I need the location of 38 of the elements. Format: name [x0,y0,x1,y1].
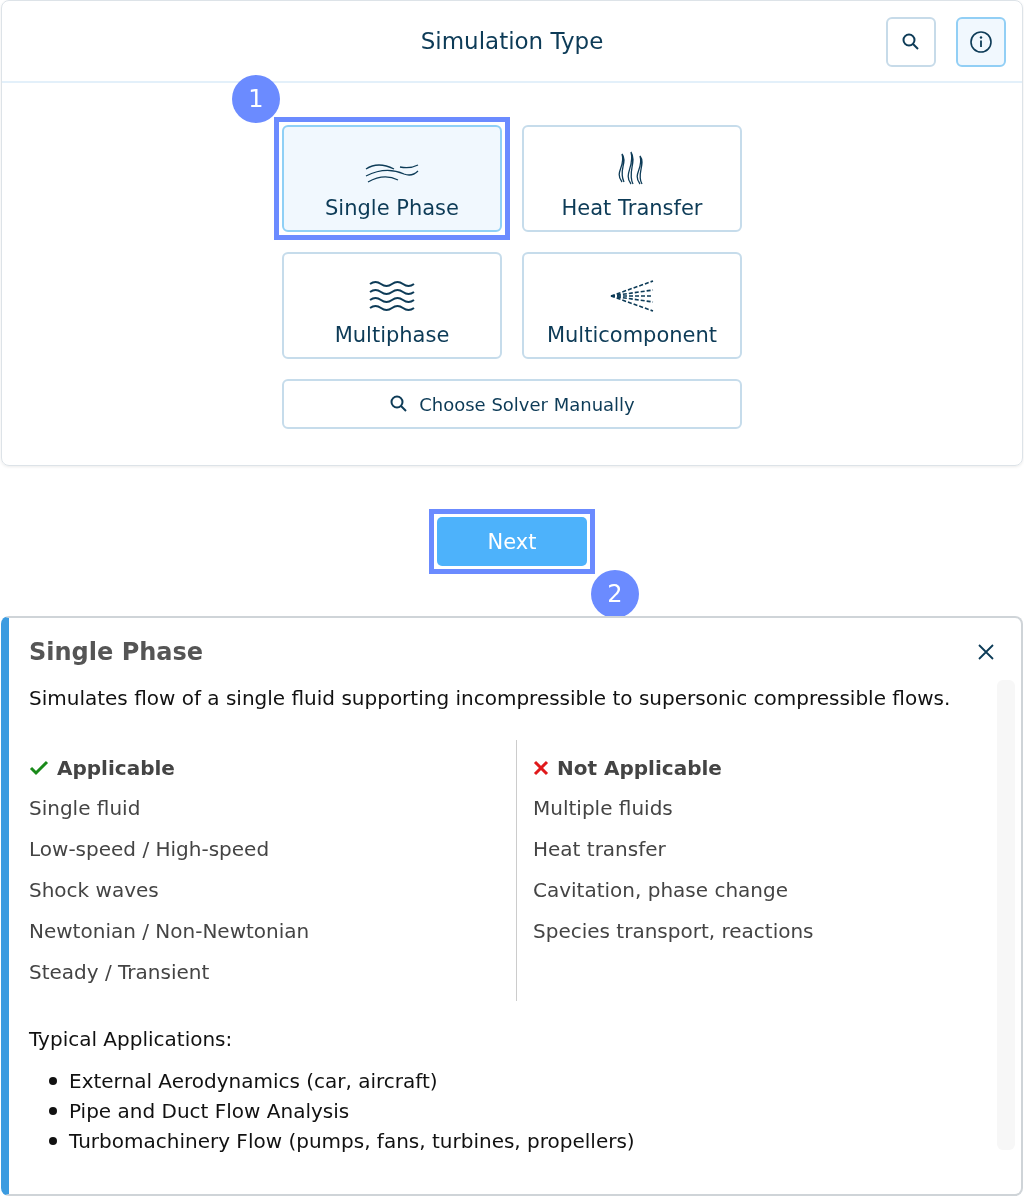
list-item: Multiple fluids [533,796,674,822]
list-item: Species transport, reactions [533,919,815,945]
list-item: Single fluid [29,796,142,822]
cross-icon [533,760,549,776]
search-icon [901,32,921,52]
window-title: Simulation Type [420,28,604,54]
bullet-icon [49,1137,57,1145]
check-icon [29,760,49,776]
step-badge: 2 [591,570,639,618]
bullet-icon [49,1107,57,1115]
info-button[interactable] [956,17,1006,67]
list-item: Low-speed / High-speed [29,837,271,863]
list-item: Pipe and Duct Flow Analysis [69,1099,350,1123]
column-heading: Not Applicable [557,756,722,780]
spray-icon [609,279,655,313]
section-heading: Typical Applications: [29,1027,234,1051]
list-item: Shock waves [29,878,160,904]
list-item: Newtonian / Non-Newtonian [29,919,311,945]
list-item: Heat transfer [533,837,667,863]
list-item: Cavitation, phase change [533,878,790,904]
waves-icon [369,279,415,313]
option-tile[interactable]: Heat Transfer [522,125,742,232]
option-tile[interactable]: Multiphase [282,252,502,359]
panel-title: Single Phase [29,638,204,666]
description-text: Simulates flow of a single fluid supporting incompressible to supersonic compressible flows. [29,686,952,710]
option-tile[interactable]: Multicomponent [522,252,742,359]
step-badge: 1 [232,75,280,123]
list-item: Turbomachinery Flow (pumps, fans, turbines, propellers) [69,1129,635,1153]
close-button[interactable] [977,643,995,661]
close-icon [977,643,995,661]
list-item: Steady / Transient [29,960,211,986]
search-button[interactable] [886,17,936,67]
option-tile[interactable]: Single Phase [282,125,502,232]
list-item: External Aerodynamics (car, aircraft) [69,1069,438,1093]
choose-solver-button[interactable]: Choose Solver Manually [282,379,742,429]
column-heading: Applicable [57,756,175,780]
bullet-icon [49,1077,57,1085]
info-icon [969,30,993,54]
